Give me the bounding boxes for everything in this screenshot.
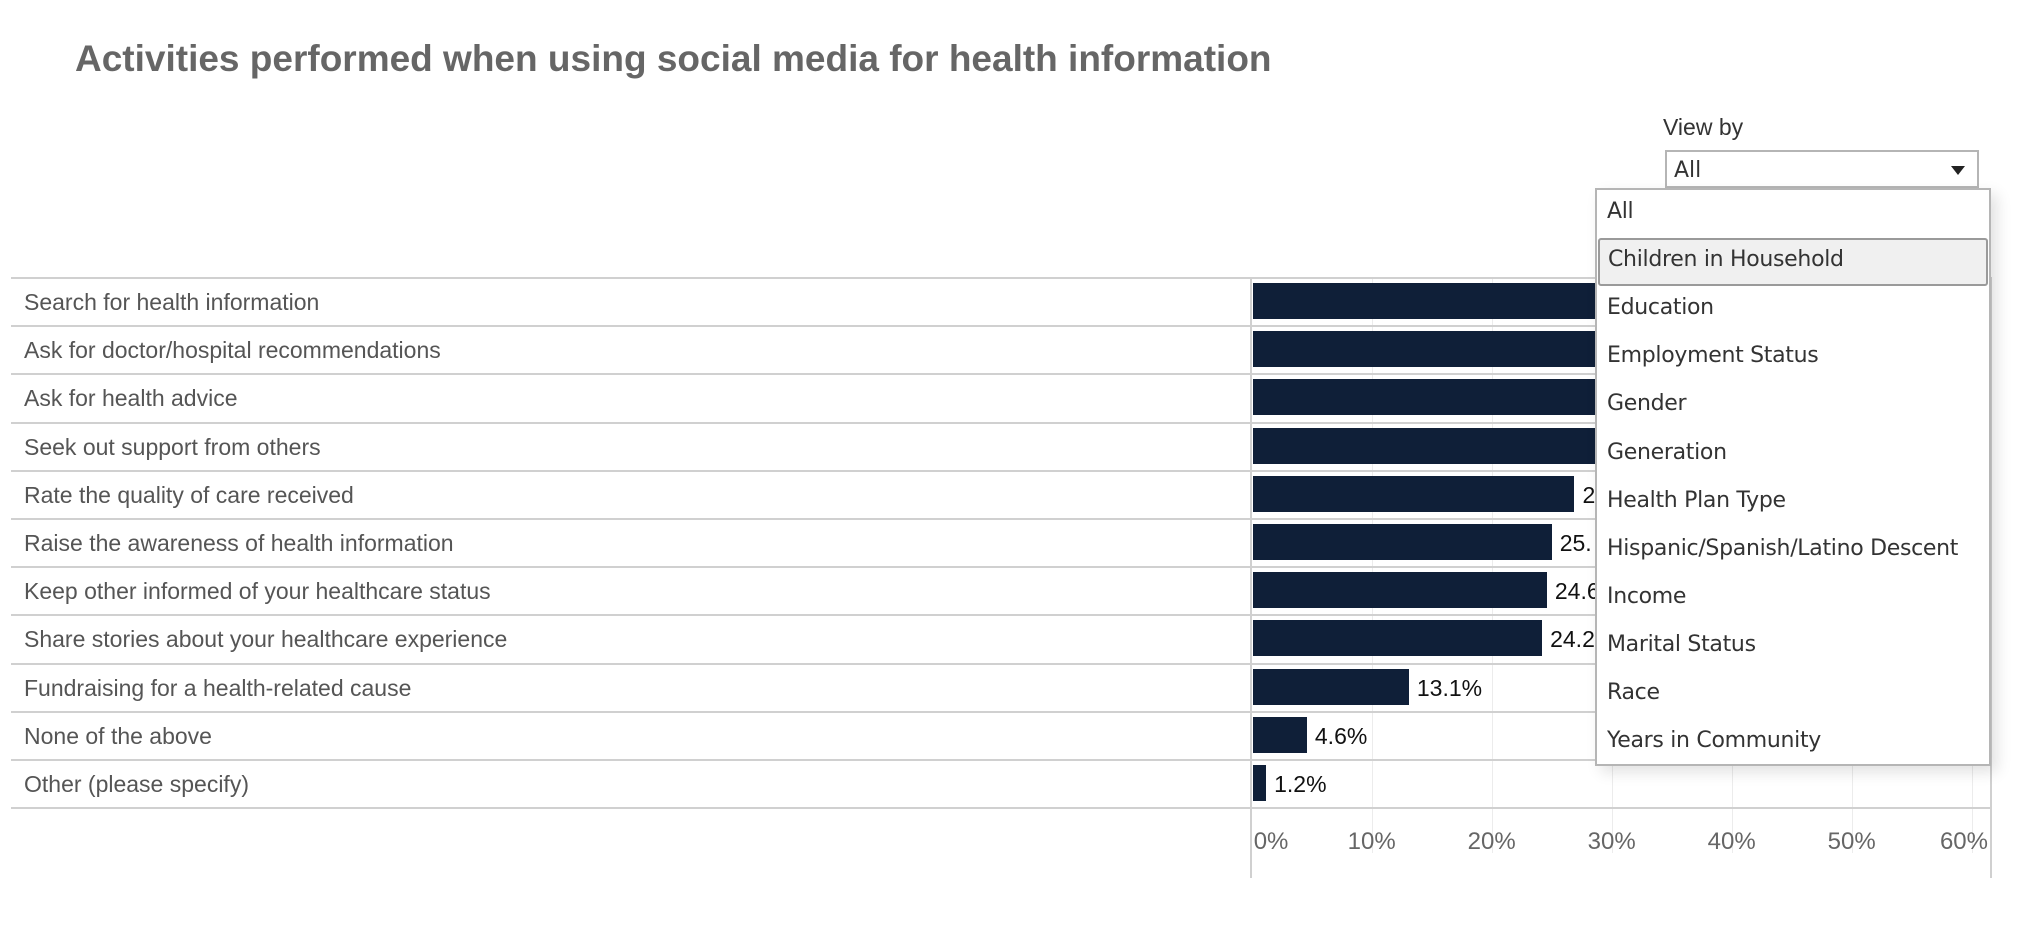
bar-value-label: 4.6% [1314,722,1368,749]
dropdown-option-label: Generation [1607,439,1727,465]
dropdown-option-label: Education [1607,295,1714,321]
row-divider [11,807,1992,810]
x-tick-label: 0% [1253,828,1289,855]
dropdown-option-label: Gender [1607,391,1687,417]
caret-down-icon[interactable] [1951,166,1965,175]
dropdown-option[interactable]: All [1597,190,1989,238]
bar-value-label: 2 [1582,481,1596,508]
dropdown-option-label: Health Plan Type [1607,487,1786,513]
bar[interactable] [1252,668,1409,705]
bar[interactable] [1252,283,1606,319]
dropdown-option[interactable]: Gender [1597,382,1989,430]
dropdown-option-label: Hispanic/Spanish/Latino Descent [1607,535,1959,561]
dropdown-option-label: Race [1607,680,1660,705]
x-tick-label: 30% [1587,828,1636,855]
category-label: Other (please specify) [24,771,249,797]
bar-value-label: 1.2% [1274,771,1327,797]
bar[interactable] [1252,572,1547,609]
category-label: Share stories about your healthcare expe… [24,626,508,653]
dropdown-option-label: Marital Status [1607,631,1756,657]
bar-value-label: 25. [1559,530,1592,556]
dropdown-option-label: Children in Household [1608,247,1844,273]
dropdown-option-label: Income [1607,583,1687,609]
dropdown-option-label: Years in Community [1607,728,1822,754]
category-label: Fundraising for a health-related cause [24,674,412,701]
dropdown-option[interactable]: Hispanic/Spanish/Latino Descent [1597,527,1989,575]
dropdown-option[interactable]: Years in Community [1597,719,1989,767]
category-label: Search for health information [24,289,320,315]
dropdown-option[interactable]: Race [1597,671,1989,719]
bar-value-label: 13.1% [1416,674,1483,701]
dropdown-option[interactable]: Income [1597,575,1989,623]
category-label: Ask for health advice [24,385,238,412]
dropdown-option-label: All [1607,199,1634,224]
category-label: Rate the quality of care received [24,481,354,508]
bar[interactable] [1252,620,1543,657]
x-tick-label: 40% [1707,828,1756,855]
bar[interactable] [1252,331,1606,368]
x-tick-label: 10% [1347,828,1396,855]
dropdown-option[interactable]: Children in Household [1598,238,1988,287]
bar[interactable] [1252,716,1307,753]
category-label: None of the above [24,722,212,749]
bar[interactable] [1252,765,1267,801]
bar[interactable] [1252,379,1606,416]
dropdown-option[interactable]: Generation [1597,431,1989,479]
dropdown-option[interactable]: Education [1597,286,1989,334]
category-label: Seek out support from others [24,433,321,460]
view-by-dropdown-list: All Children in Household Education Employm… [1595,188,1991,766]
view-by-selected-value: All [1674,158,1702,183]
bar-value-label: 24.2 [1550,626,1595,653]
dropdown-option[interactable]: Employment Status [1597,334,1989,382]
bar[interactable] [1252,475,1575,512]
axis-baseline [1250,278,1252,878]
category-label: Raise the awareness of health informatio… [24,530,454,556]
x-tick-label: 50% [1827,828,1876,855]
dropdown-option-label: Employment Status [1607,343,1819,369]
view-by-select[interactable]: All [1665,150,1979,188]
bar[interactable] [1252,524,1552,560]
x-tick-label: 60% [1939,828,1988,855]
bar-value-label: 24.6 [1554,578,1600,605]
dropdown-option[interactable]: Health Plan Type [1597,479,1989,527]
view-by-label: View by [1663,114,1744,140]
bar[interactable] [1252,427,1606,464]
category-label: Ask for doctor/hospital recommendations [24,337,441,364]
x-tick-label: 20% [1467,828,1516,855]
category-label: Keep other informed of your healthcare s… [24,578,491,605]
dropdown-option[interactable]: Marital Status [1597,623,1989,671]
